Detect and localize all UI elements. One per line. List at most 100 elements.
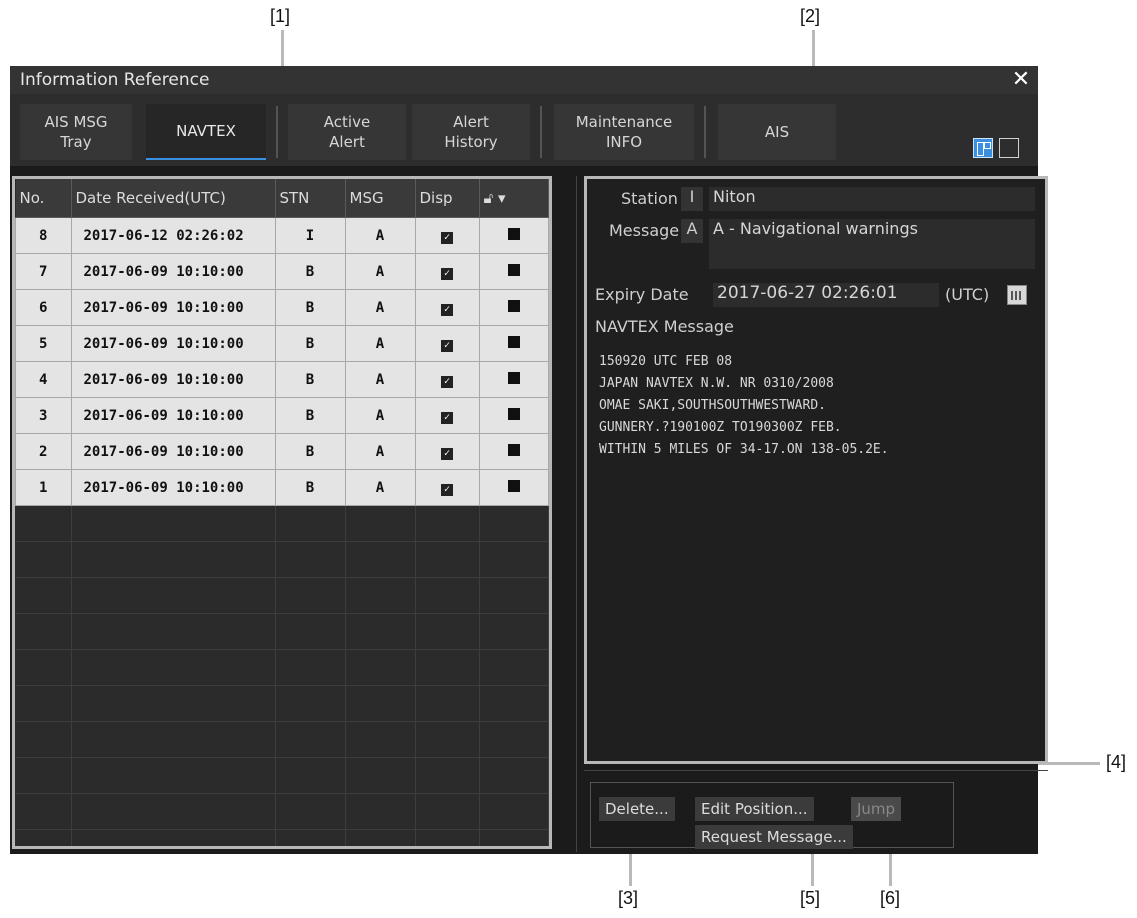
edit-position-button[interactable]: Edit Position... bbox=[695, 797, 814, 821]
empty-cell bbox=[479, 649, 549, 686]
empty-cell bbox=[71, 541, 276, 578]
tab-active-alert[interactable]: Active Alert bbox=[288, 104, 406, 160]
sort-dropdown-icon[interactable]: ▾ bbox=[498, 189, 506, 207]
panel-splitter[interactable] bbox=[576, 176, 577, 852]
cell-no: 6 bbox=[15, 289, 72, 326]
empty-row bbox=[15, 721, 549, 758]
empty-cell bbox=[71, 721, 276, 758]
empty-row bbox=[15, 793, 549, 830]
empty-cell bbox=[15, 829, 72, 846]
table-row[interactable]: 6 2017-06-09 10:10:00 B A ✓ bbox=[15, 289, 549, 326]
cell-no: 5 bbox=[15, 325, 72, 362]
cell-disp: ✓ bbox=[414, 217, 480, 254]
empty-cell bbox=[275, 757, 346, 794]
empty-cell bbox=[275, 721, 346, 758]
expiry-date-value: 2017-06-27 02:26:01 bbox=[713, 283, 939, 307]
empty-cell bbox=[15, 649, 72, 686]
table-row[interactable]: 2 2017-06-09 10:10:00 B A ✓ bbox=[15, 433, 549, 470]
empty-cell bbox=[275, 505, 346, 542]
cell-lock bbox=[478, 289, 549, 326]
empty-cell bbox=[345, 829, 416, 846]
lock-checkbox[interactable] bbox=[507, 299, 520, 312]
table-row[interactable]: 8 2017-06-12 02:26:02 I A ✓ bbox=[15, 217, 549, 254]
disp-checkbox[interactable]: ✓ bbox=[441, 267, 453, 280]
callout-5: [5] bbox=[800, 888, 821, 908]
delete-button[interactable]: Delete... bbox=[599, 797, 675, 821]
station-value: Niton bbox=[709, 187, 1035, 211]
title-bar[interactable]: Information Reference ✕ bbox=[10, 66, 1038, 94]
column-header-disp[interactable]: Disp bbox=[415, 179, 480, 218]
split-layout-icon[interactable] bbox=[973, 138, 993, 158]
tab-alert-history[interactable]: Alert History bbox=[412, 104, 530, 160]
cell-disp: ✓ bbox=[414, 289, 480, 326]
cell-disp: ✓ bbox=[414, 433, 480, 470]
cell-date: 2017-06-09 10:10:00 bbox=[70, 289, 276, 326]
lock-checkbox[interactable] bbox=[507, 227, 520, 240]
column-header-no[interactable]: No. bbox=[15, 179, 72, 218]
disp-checkbox[interactable]: ✓ bbox=[441, 339, 453, 352]
empty-row bbox=[15, 757, 549, 794]
disp-checkbox[interactable]: ✓ bbox=[441, 231, 453, 244]
empty-cell bbox=[345, 649, 416, 686]
lock-checkbox[interactable] bbox=[507, 371, 520, 384]
disp-checkbox[interactable]: ✓ bbox=[441, 303, 453, 316]
empty-cell bbox=[345, 685, 416, 722]
cell-disp: ✓ bbox=[414, 469, 480, 506]
empty-cell bbox=[275, 685, 346, 722]
jump-button[interactable]: Jump bbox=[851, 797, 902, 821]
callout-3: [3] bbox=[618, 888, 639, 908]
navtex-line: WITHIN 5 MILES OF 34-17.ON 138-05.2E. bbox=[599, 442, 889, 457]
disp-checkbox[interactable]: ✓ bbox=[441, 375, 453, 388]
tab-separator bbox=[540, 106, 542, 158]
empty-cell bbox=[71, 829, 276, 846]
empty-cell bbox=[345, 505, 416, 542]
column-header-lock[interactable]: 🔓︎ ▾ bbox=[479, 179, 549, 218]
lock-checkbox[interactable] bbox=[507, 335, 520, 348]
single-layout-icon[interactable] bbox=[999, 138, 1019, 158]
column-header-stn[interactable]: STN bbox=[275, 179, 346, 218]
empty-cell bbox=[15, 685, 72, 722]
expiry-date-label: Expiry Date bbox=[595, 285, 689, 304]
station-code: I bbox=[681, 187, 703, 211]
calendar-icon[interactable] bbox=[1007, 285, 1027, 305]
empty-cell bbox=[15, 613, 72, 650]
table-row[interactable]: 1 2017-06-09 10:10:00 B A ✓ bbox=[15, 469, 549, 506]
empty-cell bbox=[345, 721, 416, 758]
disp-checkbox[interactable]: ✓ bbox=[441, 483, 453, 496]
column-header-date[interactable]: Date Received(UTC) bbox=[71, 179, 276, 218]
cell-date: 2017-06-09 10:10:00 bbox=[70, 325, 276, 362]
empty-cell bbox=[71, 649, 276, 686]
window-title: Information Reference bbox=[20, 70, 210, 90]
empty-cell bbox=[415, 577, 480, 614]
tab-ais[interactable]: AIS bbox=[718, 104, 836, 160]
cell-lock bbox=[478, 397, 549, 434]
disp-checkbox[interactable]: ✓ bbox=[441, 447, 453, 460]
table-row[interactable]: 3 2017-06-09 10:10:00 B A ✓ bbox=[15, 397, 549, 434]
navtex-line: OMAE SAKI,SOUTHSOUTHWESTWARD. bbox=[599, 398, 826, 413]
cell-no: 2 bbox=[15, 433, 72, 470]
table-row[interactable]: 7 2017-06-09 10:10:00 B A ✓ bbox=[15, 253, 549, 290]
table-row[interactable]: 4 2017-06-09 10:10:00 B A ✓ bbox=[15, 361, 549, 398]
cell-stn: B bbox=[274, 253, 346, 290]
cell-disp: ✓ bbox=[414, 397, 480, 434]
lock-checkbox[interactable] bbox=[507, 263, 520, 276]
lock-checkbox[interactable] bbox=[507, 479, 520, 492]
empty-cell bbox=[71, 793, 276, 830]
message-label: Message bbox=[609, 221, 680, 240]
tab-navtex[interactable]: NAVTEX bbox=[146, 104, 266, 160]
tab-maintenance-info[interactable]: Maintenance INFO bbox=[554, 104, 694, 160]
empty-cell bbox=[15, 793, 72, 830]
empty-cell bbox=[275, 793, 346, 830]
table-row[interactable]: 5 2017-06-09 10:10:00 B A ✓ bbox=[15, 325, 549, 362]
lock-checkbox[interactable] bbox=[507, 407, 520, 420]
lock-checkbox[interactable] bbox=[507, 443, 520, 456]
cell-stn: B bbox=[274, 433, 346, 470]
disp-checkbox[interactable]: ✓ bbox=[441, 411, 453, 424]
cell-date: 2017-06-09 10:10:00 bbox=[70, 433, 276, 470]
tab-ais-msg-tray[interactable]: AIS MSG Tray bbox=[20, 104, 132, 160]
request-message-button[interactable]: Request Message... bbox=[695, 825, 853, 849]
empty-cell bbox=[479, 541, 549, 578]
close-icon[interactable]: ✕ bbox=[1010, 69, 1032, 91]
button-area: Delete... Edit Position... Jump Request … bbox=[590, 782, 954, 849]
column-header-msg[interactable]: MSG bbox=[345, 179, 416, 218]
